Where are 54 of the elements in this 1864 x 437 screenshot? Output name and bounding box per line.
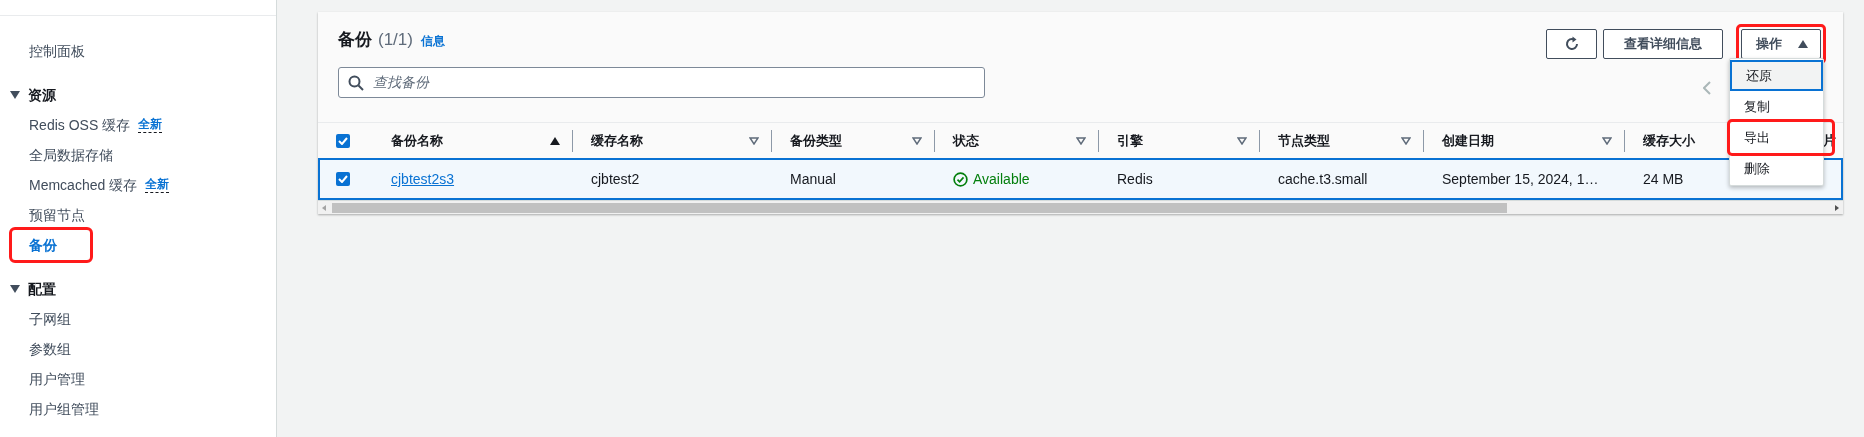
checkbox[interactable]	[336, 133, 350, 148]
caret-down-icon[interactable]	[10, 285, 20, 293]
sort-icon[interactable]	[912, 136, 922, 145]
column-header[interactable]: 节点类型	[1278, 130, 1330, 151]
sort-icon[interactable]	[749, 136, 759, 145]
table-cell-text: cjbtest2	[591, 169, 640, 189]
table-cell-text: 24 MB	[1643, 169, 1684, 189]
check-circle-icon	[953, 171, 968, 187]
actions-dropdown-button[interactable]: 操作	[1741, 29, 1821, 59]
section-heading[interactable]: 配置	[28, 278, 56, 300]
sidebar-item[interactable]: 预留节点	[29, 204, 85, 226]
sidebar-item[interactable]: 用户管理	[29, 368, 85, 390]
item-count: (1/1)	[378, 29, 413, 51]
column-header[interactable]: 引擎	[1117, 130, 1143, 151]
status-indicator: Available	[953, 168, 1030, 190]
info-link[interactable]: 信息	[420, 32, 445, 50]
sort-icon[interactable]	[1401, 136, 1411, 145]
details-button[interactable]: 查看详细信息	[1603, 29, 1723, 59]
checkbox[interactable]	[336, 172, 350, 186]
sidebar-item[interactable]: Redis OSS 缓存	[29, 114, 131, 136]
column-header[interactable]: 备份名称	[391, 130, 443, 151]
search-field[interactable]: 查找备份	[338, 66, 985, 98]
caret-down-icon[interactable]	[10, 91, 20, 99]
sidebar-item[interactable]: 参数组	[29, 338, 71, 360]
horizontal-scrollbar[interactable]	[318, 200, 1843, 214]
section-heading[interactable]: 资源	[28, 84, 56, 106]
sidebar-item[interactable]: Memcached 缓存	[29, 174, 138, 196]
column-header[interactable]: 缓存名称	[591, 130, 643, 151]
search-icon	[348, 74, 364, 91]
refresh-button[interactable]	[1546, 29, 1597, 59]
sort-ascending-icon[interactable]	[550, 136, 560, 145]
table-cell-text: cache.t3.small	[1278, 169, 1368, 189]
panel-title: 备份	[338, 29, 372, 51]
table-cell-text: Manual	[790, 169, 836, 189]
sidebar-item[interactable]: 用户组管理	[29, 398, 99, 420]
refresh-icon	[1563, 36, 1580, 52]
backup-name-link[interactable]: cjbtest2s3	[391, 168, 455, 190]
menu-item[interactable]: 复制	[1730, 91, 1823, 122]
column-header[interactable]: 创建日期	[1442, 130, 1494, 151]
sidebar-item[interactable]: 备份	[29, 234, 57, 256]
sort-icon[interactable]	[1237, 136, 1247, 145]
menu-item[interactable]: 还原	[1730, 60, 1823, 91]
sidebar-item[interactable]: 子网组	[29, 308, 71, 330]
sort-icon[interactable]	[1602, 136, 1612, 145]
sidebar-item[interactable]: 全局数据存储	[29, 144, 113, 166]
column-header[interactable]: 缓存大小	[1643, 130, 1695, 151]
table-cell-text: Redis	[1117, 169, 1153, 189]
column-header[interactable]: 备份类型	[790, 130, 842, 151]
sort-icon[interactable]	[1076, 136, 1086, 145]
new-label[interactable]: 全新	[138, 117, 163, 133]
column-header[interactable]: 状态	[953, 130, 979, 151]
sidebar-item[interactable]: 控制面板	[29, 36, 85, 66]
new-label[interactable]: 全新	[145, 177, 170, 193]
table-cell-text: September 15, 2024, 1…	[1442, 169, 1599, 189]
